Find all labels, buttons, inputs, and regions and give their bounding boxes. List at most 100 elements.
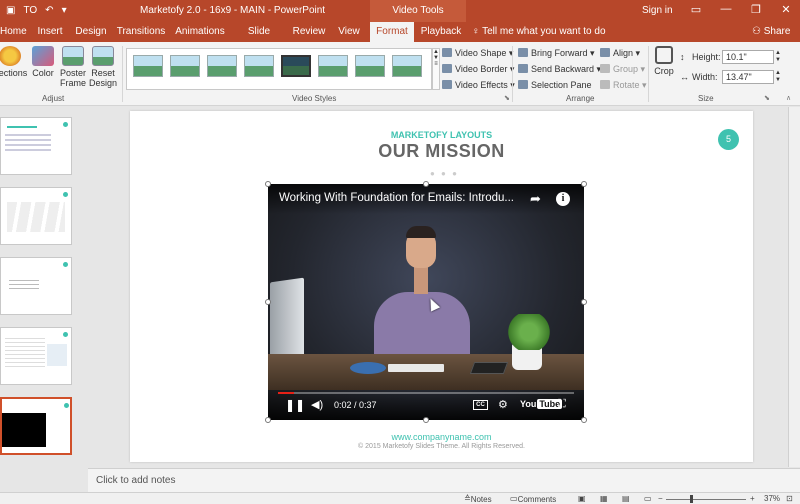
resize-handle[interactable] bbox=[423, 417, 429, 423]
zoom-slider-thumb[interactable] bbox=[690, 495, 693, 503]
width-spinner-icon[interactable]: ▲ ▼ bbox=[775, 70, 781, 84]
resize-handle[interactable] bbox=[265, 417, 271, 423]
video-style-5[interactable] bbox=[281, 55, 311, 77]
tab-home[interactable]: Home bbox=[0, 22, 27, 42]
resize-handle[interactable] bbox=[265, 181, 271, 187]
slide-title[interactable]: OUR MISSION bbox=[130, 141, 753, 162]
poster-frame-button[interactable]: Poster Frame bbox=[58, 46, 88, 88]
slide-thumbnail-selected[interactable] bbox=[0, 397, 72, 455]
video-style-3[interactable] bbox=[207, 55, 237, 77]
selection-pane-button[interactable]: Selection Pane bbox=[518, 80, 592, 90]
tab-view[interactable]: View bbox=[334, 22, 364, 42]
volume-icon[interactable]: ◀) bbox=[311, 398, 323, 411]
share-arrow-icon[interactable]: ➦ bbox=[530, 191, 541, 207]
slide-thumbnail[interactable] bbox=[0, 117, 72, 175]
video-border-button[interactable]: Video Border ▾ bbox=[442, 64, 514, 75]
video-style-1[interactable] bbox=[133, 55, 163, 77]
video-progress-bar[interactable] bbox=[278, 392, 574, 394]
video-style-2[interactable] bbox=[170, 55, 200, 77]
resize-handle[interactable] bbox=[581, 299, 587, 305]
reset-design-icon bbox=[92, 46, 114, 66]
bring-forward-button[interactable]: Bring Forward ▾ bbox=[518, 48, 595, 59]
height-label: Height: bbox=[692, 52, 721, 62]
tab-format[interactable]: Format bbox=[370, 22, 414, 42]
qat-label[interactable]: TO bbox=[23, 4, 37, 18]
video-style-6[interactable] bbox=[318, 55, 348, 77]
customize-qat-icon[interactable]: ▾ bbox=[62, 4, 67, 18]
video-effects-label: Video Effects bbox=[455, 80, 508, 90]
crop-button[interactable]: Crop bbox=[652, 46, 676, 76]
slide-thumbnail[interactable] bbox=[0, 327, 72, 385]
tab-design[interactable]: Design bbox=[74, 22, 108, 42]
minimize-icon[interactable]: — bbox=[718, 3, 734, 15]
height-field[interactable]: 10.1" bbox=[722, 50, 774, 64]
decorative-dots: ● ● ● bbox=[430, 169, 459, 178]
normal-view-icon[interactable]: ▣ bbox=[578, 494, 586, 503]
video-shape-button[interactable]: Video Shape ▾ bbox=[442, 48, 513, 59]
video-styles-launcher-icon[interactable]: ⬊ bbox=[504, 94, 510, 102]
close-icon[interactable]: ✕ bbox=[778, 3, 794, 16]
settings-gear-icon[interactable]: ⚙ bbox=[498, 398, 508, 411]
reset-design-button[interactable]: Reset Design bbox=[88, 46, 118, 88]
zoom-out-icon[interactable]: − bbox=[658, 494, 663, 503]
closed-captions-icon[interactable]: CC bbox=[473, 400, 488, 410]
vertical-scrollbar[interactable] bbox=[788, 107, 800, 467]
tab-slide-show[interactable]: Slide Show bbox=[234, 22, 284, 57]
slide-sorter-icon[interactable]: ▦ bbox=[600, 494, 608, 503]
save-icon[interactable]: ▣ bbox=[6, 4, 15, 18]
color-button[interactable]: Color bbox=[30, 46, 56, 78]
poster-frame-label: Poster Frame bbox=[59, 68, 86, 88]
reading-view-icon[interactable]: ▤ bbox=[622, 494, 630, 503]
undo-icon[interactable]: ↶ bbox=[45, 4, 53, 18]
tab-animations[interactable]: Animations bbox=[172, 22, 228, 42]
share-button[interactable]: ⚇ Share bbox=[752, 22, 790, 42]
video-style-7[interactable] bbox=[355, 55, 385, 77]
gallery-scroll[interactable]: ▲ ▼ ≡ bbox=[432, 48, 440, 90]
zoom-slider[interactable] bbox=[666, 499, 746, 500]
slide-thumbnail[interactable] bbox=[0, 187, 72, 245]
resize-handle[interactable] bbox=[581, 181, 587, 187]
height-spinner-icon[interactable]: ▲ ▼ bbox=[775, 50, 781, 64]
pause-icon[interactable]: ❚❚ bbox=[285, 398, 305, 412]
tab-transitions[interactable]: Transitions bbox=[114, 22, 168, 42]
slide-copyright: © 2015 Marketofy Slides Theme. All Right… bbox=[358, 443, 525, 450]
slide-show-icon[interactable]: ▭ bbox=[644, 494, 652, 503]
zoom-in-icon[interactable]: + bbox=[750, 494, 755, 503]
ribbon-display-icon[interactable]: ▭ bbox=[688, 3, 704, 16]
video-style-4[interactable] bbox=[244, 55, 274, 77]
zoom-level[interactable]: 37% bbox=[764, 494, 780, 503]
fit-slide-icon[interactable]: ⊡ bbox=[786, 494, 793, 503]
resize-handle[interactable] bbox=[581, 417, 587, 423]
video-effects-button[interactable]: Video Effects ▾ bbox=[442, 80, 515, 91]
send-backward-icon bbox=[518, 64, 528, 73]
resize-handle[interactable] bbox=[265, 299, 271, 305]
tab-insert[interactable]: Insert bbox=[30, 22, 70, 42]
tell-me-search[interactable]: ♀ Tell me what you want to do bbox=[472, 22, 606, 42]
rotate-button[interactable]: Rotate ▾ bbox=[600, 80, 647, 91]
send-backward-label: Send Backward bbox=[531, 64, 595, 74]
width-field[interactable]: 13.47" bbox=[722, 70, 774, 84]
resize-handle[interactable] bbox=[423, 181, 429, 187]
notes-toggle[interactable]: ≙ Notes bbox=[464, 494, 492, 504]
height-icon: ↕ bbox=[680, 52, 685, 62]
collapse-ribbon-icon[interactable]: ∧ bbox=[786, 94, 791, 102]
fullscreen-icon[interactable]: ⛶ bbox=[558, 398, 566, 411]
group-button[interactable]: Group ▾ bbox=[600, 64, 645, 75]
sign-in-link[interactable]: Sign in bbox=[642, 5, 673, 16]
tab-playback[interactable]: Playback bbox=[418, 22, 464, 42]
tab-review[interactable]: Review bbox=[290, 22, 328, 42]
info-icon[interactable]: i bbox=[556, 192, 570, 206]
comments-toggle[interactable]: ▭ Comments bbox=[510, 494, 556, 504]
size-launcher-icon[interactable]: ⬊ bbox=[764, 94, 770, 102]
send-backward-button[interactable]: Send Backward ▾ bbox=[518, 64, 601, 75]
notes-pane[interactable]: Click to add notes bbox=[88, 468, 800, 492]
poster-frame-icon bbox=[62, 46, 84, 66]
align-button[interactable]: Align ▾ bbox=[600, 48, 640, 59]
corrections-button[interactable]: rrections bbox=[0, 46, 30, 78]
slide-thumbnail[interactable] bbox=[0, 257, 72, 315]
restore-icon[interactable]: ❐ bbox=[748, 3, 764, 16]
youtube-logo[interactable]: You Tube bbox=[520, 399, 563, 409]
align-label: Align bbox=[613, 48, 634, 58]
group-separator bbox=[512, 46, 513, 102]
video-style-8[interactable] bbox=[392, 55, 422, 77]
